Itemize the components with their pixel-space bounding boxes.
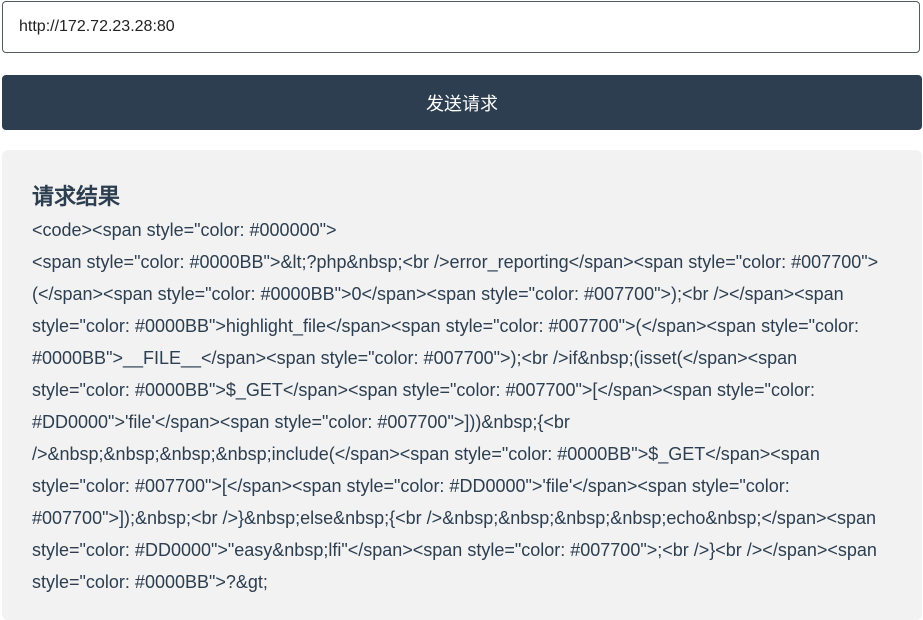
result-line: <span style="color: #0000BB">&lt;?php&nb… — [32, 252, 879, 592]
result-line: <code><span style="color: #000000"> — [32, 220, 337, 240]
url-input[interactable] — [2, 1, 920, 53]
result-title: 请求结果 — [32, 184, 121, 209]
send-request-button[interactable]: 发送请求 — [2, 75, 922, 130]
result-panel: 请求结果 <code><span style="color: #000000">… — [2, 150, 922, 620]
result-body: <code><span style="color: #000000"> <spa… — [32, 214, 892, 598]
